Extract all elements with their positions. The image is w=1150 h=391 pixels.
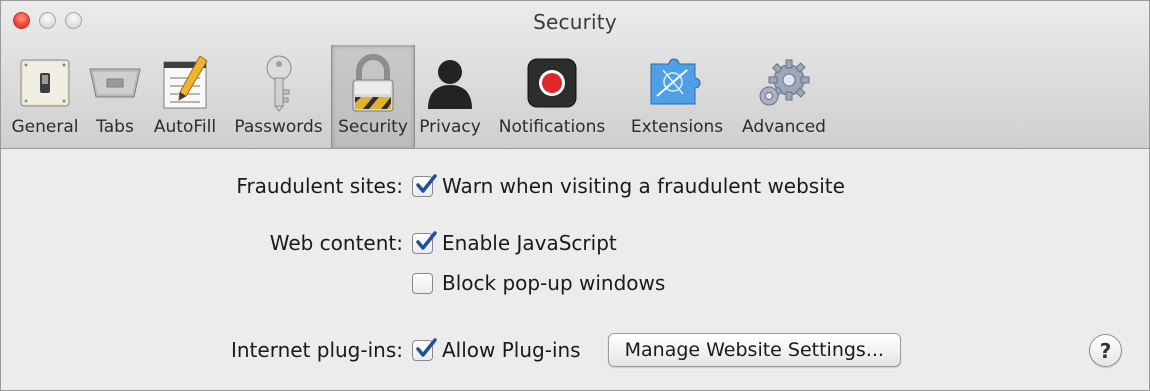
toolbar-extensions[interactable]: Extensions (619, 45, 735, 148)
pencil-form-icon (155, 53, 215, 113)
person-silhouette-icon (420, 53, 480, 113)
internet-plugins-label: Internet plug-ins: (230, 338, 403, 362)
plugins-row: Internet plug-ins: Allow Plug-ins Manage… (1, 333, 1149, 367)
toolbar-label: AutoFill (153, 117, 217, 137)
window-title: Security (533, 10, 617, 34)
toolbar-autofill[interactable]: AutoFill (144, 45, 226, 148)
toolbar-label: Tabs (96, 117, 134, 137)
toolbar-notifications[interactable]: Notifications (485, 45, 619, 148)
toolbar-label: Passwords (234, 117, 323, 137)
fraudulent-warning-checkbox[interactable] (412, 173, 437, 197)
toolbar-tabs[interactable]: Tabs (86, 45, 144, 148)
block-popups-row: Block pop-up windows (1, 268, 1149, 298)
tabs-icon (85, 53, 145, 113)
toolbar-passwords[interactable]: Passwords (226, 45, 331, 148)
toolbar-label: Security (338, 117, 408, 137)
block-popups-checkbox[interactable] (412, 272, 433, 294)
security-pane: Fraudulent sites: Warn when visiting a f… (1, 150, 1149, 390)
toolbar-general[interactable]: General (4, 45, 86, 148)
toolbar-advanced[interactable]: Advanced (735, 45, 833, 148)
block-popups-label: Block pop-up windows (442, 271, 666, 295)
toolbar-security[interactable]: Security (331, 45, 415, 148)
fraudulent-sites-label: Fraudulent sites: (236, 174, 403, 198)
toolbar-label: Extensions (630, 117, 724, 137)
puzzle-piece-icon (647, 53, 707, 113)
key-icon (249, 53, 309, 113)
preferences-toolbar: General Tabs AutoFill Passwords Security… (4, 45, 833, 148)
fraudulent-sites-row: Fraudulent sites: Warn when visiting a f… (1, 171, 1149, 201)
web-content-row: Web content: Enable JavaScript (1, 228, 1149, 258)
gears-icon (754, 53, 814, 113)
toolbar-privacy[interactable]: Privacy (415, 45, 485, 148)
enable-javascript-label: Enable JavaScript (442, 231, 617, 255)
padlock-icon (343, 53, 403, 113)
manage-website-settings-button[interactable]: Manage Website Settings... (607, 333, 901, 367)
titlebar-toolbar: Security General Tabs AutoFill Passwords… (1, 1, 1149, 149)
fraudulent-warning-label: Warn when visiting a fraudulent website (442, 174, 845, 198)
toolbar-label: Notifications (498, 117, 606, 137)
toolbar-label: Privacy (419, 117, 481, 137)
enable-javascript-checkbox[interactable] (412, 230, 437, 254)
web-content-label: Web content: (269, 231, 403, 255)
allow-plugins-label: Allow Plug-ins (442, 338, 581, 362)
preferences-window: Security General Tabs AutoFill Passwords… (0, 0, 1150, 391)
record-button-icon (522, 53, 582, 113)
switch-icon (15, 53, 75, 113)
help-button[interactable]: ? (1089, 334, 1122, 367)
toolbar-label: Advanced (742, 117, 826, 137)
toolbar-label: General (11, 117, 79, 137)
allow-plugins-checkbox[interactable] (412, 337, 437, 361)
